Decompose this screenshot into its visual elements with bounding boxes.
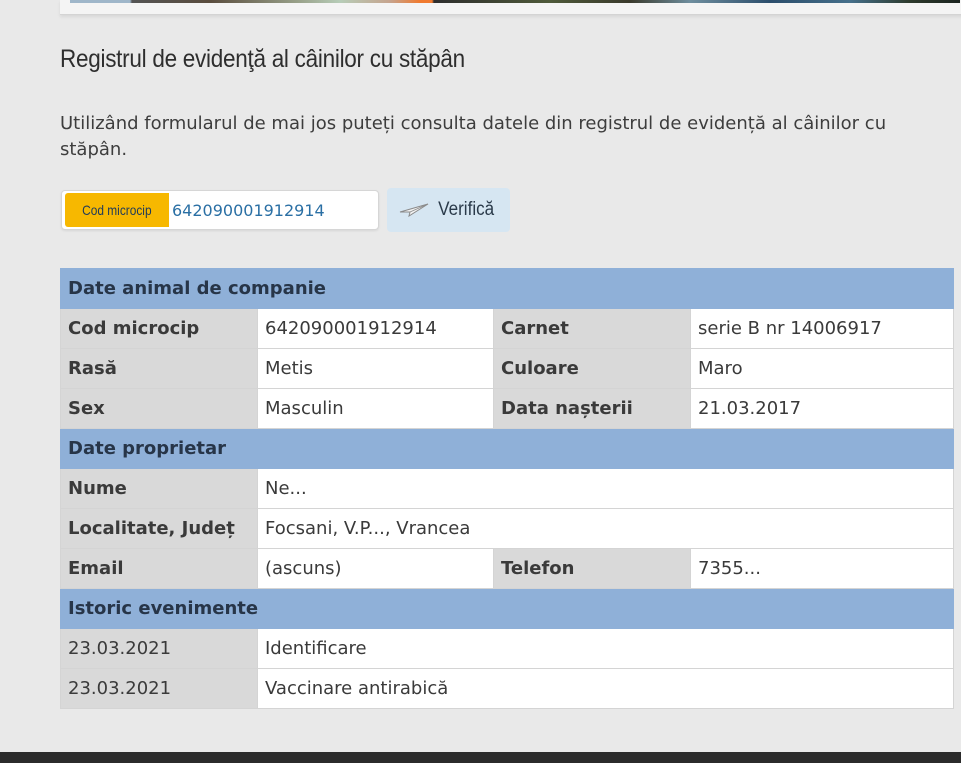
birth-date-label: Data nașterii (493, 388, 691, 429)
table-row: 23.03.2021 Identificare (60, 628, 955, 669)
event-name: Identificare (256, 628, 955, 669)
section-heading-owner: Date proprietar (59, 428, 955, 469)
table-row: Rasă Metis Culoare Maro (60, 348, 955, 389)
email-value: (ascuns) (257, 548, 494, 589)
carnet-value: serie B nr 14006917 (689, 308, 955, 349)
section-row-pet: Date animal de companie (59, 268, 955, 309)
footer-bar (0, 752, 961, 763)
page-title: Registrul de evidenţă al câinilor cu stă… (60, 45, 465, 73)
table-row: Sex Masculin Data nașterii 21.03.2017 (60, 388, 955, 429)
top-banner (60, 0, 961, 15)
event-date: 23.03.2021 (60, 628, 258, 669)
microchip-input[interactable] (170, 193, 372, 227)
microchip-label: Cod microcip (65, 193, 169, 227)
search-form: Cod microcip (61, 190, 379, 230)
section-row-events: Istoric evenimente (59, 588, 955, 629)
intro-text: Utilizând formularul de mai jos puteți c… (60, 113, 887, 160)
banner-image-strip (70, 0, 960, 3)
carnet-label: Carnet (493, 308, 691, 349)
paper-plane-icon (400, 203, 429, 217)
birth-date-value: 21.03.2017 (689, 388, 955, 429)
verify-button[interactable]: Verifică (387, 188, 510, 232)
owner-name-value: Ne... (256, 468, 955, 509)
color-label: Culoare (493, 348, 691, 389)
table-row: Nume Ne... (60, 468, 955, 509)
event-name: Vaccinare antirabică (256, 668, 955, 709)
section-heading-pet: Date animal de companie (59, 268, 955, 309)
locality-value: Focsani, V.P..., Vrancea (256, 508, 955, 549)
verify-button-label: Verifică (438, 199, 495, 220)
microchip-label-cell: Cod microcip (60, 308, 258, 349)
color-value: Maro (689, 348, 955, 389)
section-heading-events: Istoric evenimente (59, 588, 955, 629)
microchip-label-text: Cod microcip (82, 202, 152, 218)
breed-label: Rasă (60, 348, 258, 389)
phone-label: Telefon (493, 548, 691, 589)
email-label: Email (60, 548, 258, 589)
microchip-value: 642090001912914 (257, 308, 494, 349)
breed-value: Metis (257, 348, 494, 389)
sex-value: Masculin (257, 388, 494, 429)
table-row: Localitate, Județ Focsani, V.P..., Vranc… (60, 508, 955, 549)
phone-value: 7355... (689, 548, 955, 589)
locality-label: Localitate, Județ (60, 508, 258, 549)
table-row: 23.03.2021 Vaccinare antirabică (60, 668, 955, 709)
table-row: Cod microcip 642090001912914 Carnet seri… (60, 308, 955, 349)
dog-registry-table: Date animal de companie Cod microcip 642… (59, 268, 955, 709)
owner-name-label: Nume (60, 468, 258, 509)
event-date: 23.03.2021 (60, 668, 258, 709)
sex-label: Sex (60, 388, 258, 429)
section-row-owner: Date proprietar (59, 428, 955, 469)
table-row: Email (ascuns) Telefon 7355... (60, 548, 955, 589)
